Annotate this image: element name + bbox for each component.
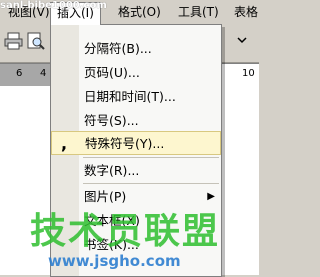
- menu-separator: [83, 157, 219, 158]
- menu-table[interactable]: 表格: [228, 2, 264, 22]
- menu-item-label: 符号(S)...: [84, 113, 139, 128]
- ruler-number: 6: [16, 68, 23, 79]
- menu-item-label: 分隔符(B)...: [84, 41, 152, 56]
- watermark-top: sanl-bibe1000.com: [0, 0, 107, 11]
- chevron-down-icon[interactable]: [236, 34, 248, 49]
- menu-item-symbol[interactable]: 符号(S)...: [51, 109, 221, 133]
- menu-separator: [83, 183, 219, 184]
- menu-item-label: 日期和时间(T)...: [84, 89, 176, 104]
- menu-format[interactable]: 格式(O): [112, 2, 167, 22]
- watermark-brand: 技术员联盟: [30, 211, 221, 252]
- menu-tools[interactable]: 工具(T): [172, 2, 225, 22]
- menu-item-label: 页码(U)...: [84, 65, 140, 80]
- print-preview-icon[interactable]: [26, 32, 46, 53]
- menu-item-label: 数字(R)...: [84, 163, 140, 178]
- special-symbol-icon: ,: [61, 134, 68, 153]
- ruler-number: 10: [242, 68, 255, 79]
- menu-item-special-symbol[interactable]: , 特殊符号(Y)...: [51, 131, 221, 155]
- ruler-margin: [0, 64, 56, 86]
- ruler-number: 4: [40, 68, 47, 79]
- printer-icon[interactable]: [4, 32, 24, 53]
- watermark-url: www.jsgho.com: [48, 252, 181, 270]
- menu-item-date-time[interactable]: 日期和时间(T)...: [51, 85, 221, 109]
- menu-item-number[interactable]: 数字(R)...: [51, 159, 221, 183]
- menu-item-page-numbers[interactable]: 页码(U)...: [51, 61, 221, 85]
- menu-item-label: 特殊符号(Y)...: [85, 136, 165, 151]
- menu-item-break[interactable]: 分隔符(B)...: [51, 37, 221, 61]
